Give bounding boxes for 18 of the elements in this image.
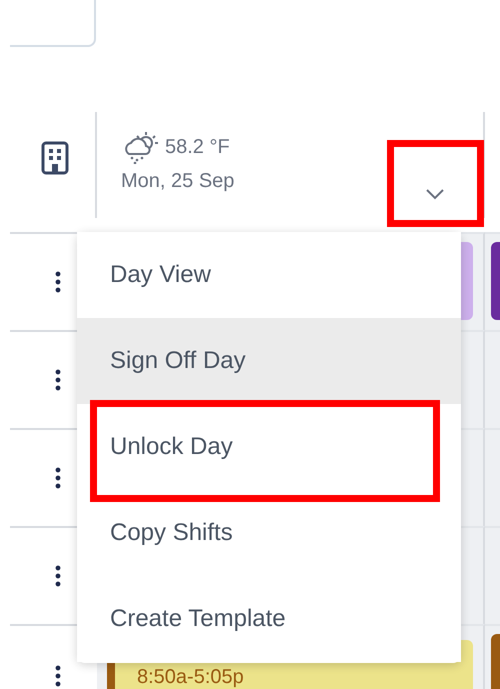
more-options-icon[interactable]	[54, 467, 60, 489]
menu-item[interactable]: Copy Shifts	[77, 490, 461, 576]
schedule-cell[interactable]	[485, 232, 500, 330]
shift-card[interactable]	[491, 242, 500, 320]
chevron-down-icon[interactable]	[425, 188, 445, 200]
menu-item[interactable]: Create Template	[77, 576, 461, 662]
day-date: Mon, 25 Sep	[121, 170, 234, 193]
more-options-icon[interactable]	[54, 271, 60, 293]
menu-item[interactable]: Sign Off Day	[77, 318, 461, 404]
building-icon	[40, 141, 68, 175]
more-options-icon[interactable]	[54, 665, 60, 687]
temperature: 58.2 °F	[165, 136, 230, 158]
menu-item[interactable]: Day View	[77, 232, 461, 318]
input-field[interactable]	[10, 0, 96, 47]
more-options-icon[interactable]	[54, 369, 60, 391]
more-options-icon[interactable]	[54, 565, 60, 587]
shift-time: 8:50a-5:05p	[137, 666, 245, 688]
menu-item[interactable]: Unlock Day	[77, 404, 461, 490]
